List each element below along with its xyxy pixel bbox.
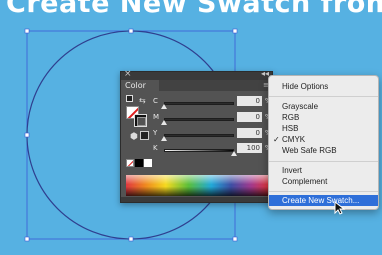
fill-stroke-widget bbox=[126, 106, 148, 128]
slider-row-m: M 0 % bbox=[150, 112, 274, 125]
menu-item-label: Complement bbox=[282, 177, 328, 186]
slider-value-field[interactable]: 0 bbox=[237, 112, 262, 122]
bounding-handle-top-right[interactable] bbox=[232, 28, 238, 34]
menu-item-label: CMYK bbox=[282, 135, 306, 144]
slider-row-c: C 0 % bbox=[150, 96, 274, 109]
checkmark-icon: ✓ bbox=[273, 135, 280, 144]
menu-item-invert[interactable]: Invert bbox=[269, 165, 378, 176]
bounding-handle-bottom-middle[interactable] bbox=[128, 236, 134, 242]
slider-label: Y bbox=[153, 129, 158, 137]
menu-item-label: Hide Options bbox=[282, 82, 329, 91]
panel-resize-bar[interactable] bbox=[121, 197, 272, 202]
bounding-handle-bottom-left[interactable] bbox=[24, 236, 30, 242]
slider-track[interactable] bbox=[164, 118, 234, 121]
slider-thumb[interactable] bbox=[161, 136, 167, 141]
slider-track[interactable] bbox=[164, 149, 234, 152]
color-panel-flyout-menu: Hide Options Grayscale RGB HSB ✓ CMYK We… bbox=[268, 75, 379, 210]
menu-item-hide-options[interactable]: Hide Options bbox=[269, 81, 378, 92]
none-swatch[interactable] bbox=[126, 159, 134, 167]
slider-value-field[interactable]: 0 bbox=[237, 96, 262, 106]
menu-item-grayscale[interactable]: Grayscale bbox=[269, 101, 378, 112]
out-of-gamut-icon[interactable]: ⬢ bbox=[130, 131, 138, 142]
slider-track[interactable] bbox=[164, 134, 234, 137]
menu-item-web-safe-rgb[interactable]: Web Safe RGB bbox=[269, 145, 378, 156]
stroke-swatch[interactable] bbox=[134, 114, 147, 127]
menu-item-label: RGB bbox=[282, 113, 300, 122]
gamut-swatch[interactable] bbox=[140, 131, 149, 140]
menu-item-label: Create New Swatch... bbox=[282, 196, 360, 205]
menu-item-hsb[interactable]: HSB bbox=[269, 123, 378, 134]
menu-separator bbox=[269, 96, 378, 97]
menu-separator bbox=[269, 161, 378, 162]
menu-item-label: Invert bbox=[282, 166, 303, 175]
white-swatch[interactable] bbox=[144, 159, 152, 167]
slider-row-y: Y 0 % bbox=[150, 128, 274, 141]
swap-fill-stroke-icon[interactable]: ⇆ bbox=[139, 96, 146, 105]
slider-label: M bbox=[153, 113, 160, 121]
black-swatch[interactable] bbox=[135, 159, 143, 167]
default-fill-stroke-icon[interactable] bbox=[126, 95, 133, 102]
bounding-handle-top-middle[interactable] bbox=[128, 28, 134, 34]
bounding-handle-middle-left[interactable] bbox=[24, 132, 30, 138]
close-icon[interactable]: × bbox=[124, 69, 132, 79]
slider-label: K bbox=[153, 144, 158, 152]
color-spectrum-bar[interactable] bbox=[126, 175, 268, 196]
tab-color[interactable]: Color bbox=[121, 80, 159, 91]
menu-separator bbox=[269, 191, 378, 192]
slider-value-field[interactable]: 100 bbox=[237, 143, 262, 153]
menu-item-complement[interactable]: Complement bbox=[269, 176, 378, 187]
panel-tab-row: Color ≡ bbox=[121, 80, 272, 91]
menu-item-label: Grayscale bbox=[282, 102, 319, 111]
mouse-pointer-icon bbox=[334, 201, 346, 215]
menu-item-cmyk[interactable]: ✓ CMYK bbox=[269, 134, 378, 145]
slider-track[interactable] bbox=[164, 102, 234, 105]
bounding-handle-top-left[interactable] bbox=[24, 28, 30, 34]
menu-item-label: Web Safe RGB bbox=[282, 146, 337, 155]
slider-label: C bbox=[153, 97, 158, 105]
menu-item-rgb[interactable]: RGB bbox=[269, 112, 378, 123]
slider-value-field[interactable]: 0 bbox=[237, 128, 262, 138]
bounding-handle-bottom-right[interactable] bbox=[232, 236, 238, 242]
color-panel: × ◂◂ Color ≡ ⇆ ⬢ C 0 % M 0 % Y 0 % K 100 bbox=[120, 69, 274, 203]
panel-title-bar[interactable]: × ◂◂ bbox=[121, 69, 272, 80]
slider-thumb[interactable] bbox=[161, 120, 167, 125]
menu-item-create-new-swatch[interactable]: Create New Swatch... bbox=[269, 195, 378, 206]
slider-thumb[interactable] bbox=[161, 104, 167, 109]
menu-item-label: HSB bbox=[282, 124, 299, 133]
slider-row-k: K 100 % bbox=[150, 143, 274, 156]
